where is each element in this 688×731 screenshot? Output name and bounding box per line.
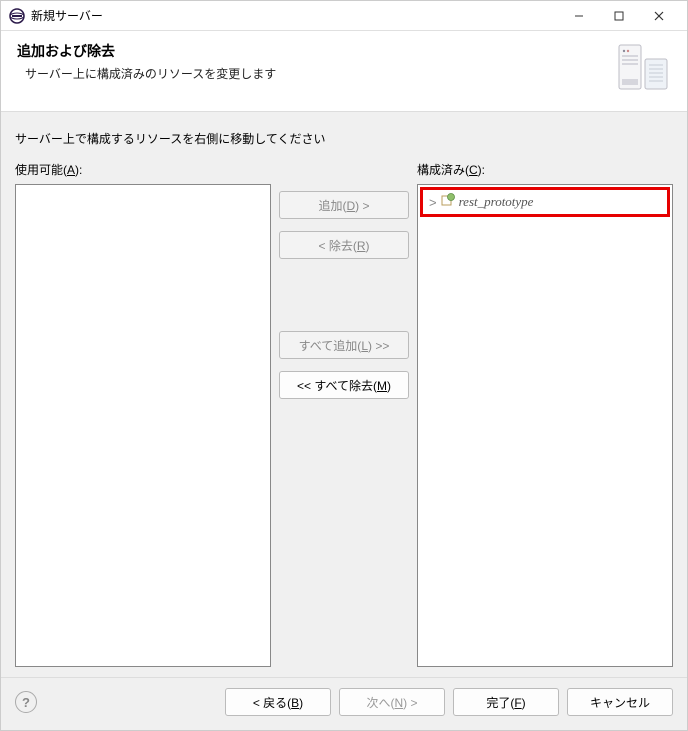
- app-icon: [9, 8, 25, 24]
- available-label: 使用可能(A):: [15, 161, 271, 178]
- module-icon: [441, 193, 455, 211]
- wizard-window: 新規サーバー 追加および除去 サーバー上に構成済みのリソースを変更します: [0, 0, 688, 731]
- transfer-buttons: 追加(D) > < 除去(R) すべて追加(L) >> << すべて除去(M): [279, 161, 409, 667]
- wizard-footer: ? < 戻る(B) 次へ(N) > 完了(F) キャンセル: [1, 677, 687, 730]
- available-list[interactable]: [15, 184, 271, 667]
- wizard-header: 追加および除去 サーバー上に構成済みのリソースを変更します: [1, 31, 687, 112]
- server-banner-icon: [615, 41, 671, 97]
- back-button[interactable]: < 戻る(B): [225, 688, 331, 716]
- remove-button[interactable]: < 除去(R): [279, 231, 409, 259]
- configured-column: 構成済み(C): > rest_prototype: [417, 161, 673, 667]
- instruction-text: サーバー上で構成するリソースを右側に移動してください: [15, 130, 673, 147]
- configured-list[interactable]: > rest_prototype: [417, 184, 673, 667]
- window-title: 新規サーバー: [31, 7, 103, 24]
- help-icon[interactable]: ?: [15, 691, 37, 713]
- expander-icon[interactable]: >: [429, 195, 437, 210]
- tree-item-label: rest_prototype: [459, 194, 534, 210]
- wizard-body: サーバー上で構成するリソースを右側に移動してください 使用可能(A): 追加(D…: [1, 112, 687, 677]
- add-button[interactable]: 追加(D) >: [279, 191, 409, 219]
- remove-all-button[interactable]: << すべて除去(M): [279, 371, 409, 399]
- maximize-button[interactable]: [599, 1, 639, 31]
- finish-button[interactable]: 完了(F): [453, 688, 559, 716]
- tree-item[interactable]: > rest_prototype: [423, 190, 667, 214]
- next-button[interactable]: 次へ(N) >: [339, 688, 445, 716]
- add-all-button[interactable]: すべて追加(L) >>: [279, 331, 409, 359]
- highlighted-item-frame: > rest_prototype: [420, 187, 670, 217]
- available-column: 使用可能(A):: [15, 161, 271, 667]
- minimize-button[interactable]: [559, 1, 599, 31]
- cancel-button[interactable]: キャンセル: [567, 688, 673, 716]
- wizard-header-title: 追加および除去: [17, 41, 615, 61]
- configured-label: 構成済み(C):: [417, 161, 673, 178]
- titlebar: 新規サーバー: [1, 1, 687, 31]
- wizard-header-description: サーバー上に構成済みのリソースを変更します: [17, 65, 615, 82]
- close-button[interactable]: [639, 1, 679, 31]
